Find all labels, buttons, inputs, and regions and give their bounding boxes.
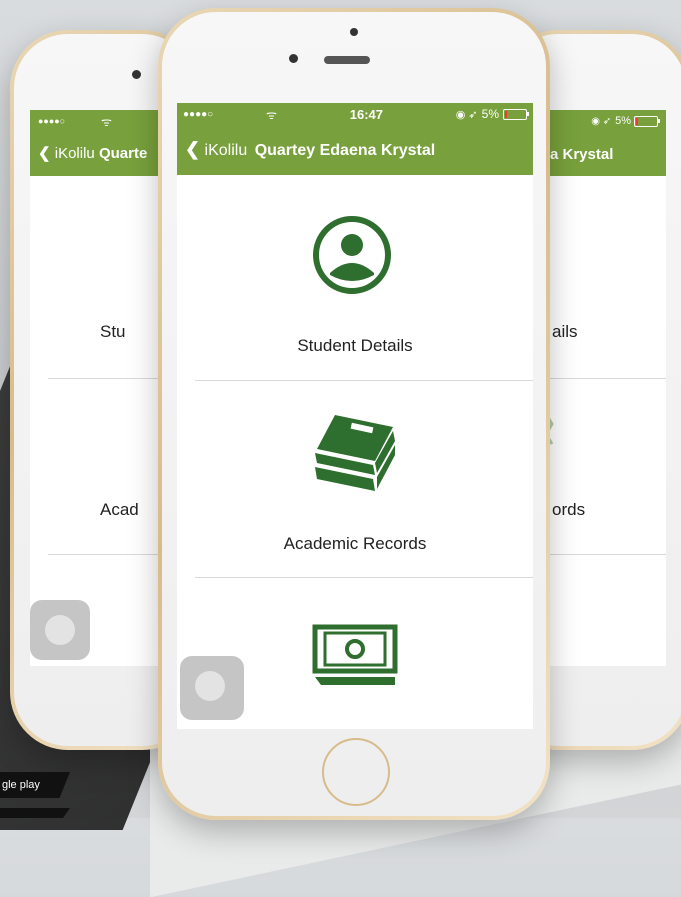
front-phone-body: ●●●●○ ᯤ 16:47 ◉ ➶ 5% ❮ iKolilu Quartey E… (162, 12, 546, 816)
store-badge-strip (0, 808, 70, 818)
menu-item-student-details[interactable]: Student Details (177, 336, 533, 356)
menu-item-academic-records[interactable]: ords (552, 500, 666, 520)
wifi-icon: ᯤ (265, 107, 277, 122)
location-icon: ◉ ➶ (591, 115, 612, 127)
back-chevron-icon[interactable]: ❮ (38, 145, 51, 162)
menu-item-student-details[interactable]: ails (552, 322, 666, 342)
front-navbar: ❮ iKolilu Quartey Edaena Krystal (185, 139, 533, 160)
earpiece-speaker (324, 56, 370, 64)
divider (195, 577, 533, 578)
front-screen: ●●●●○ ᯤ 16:47 ◉ ➶ 5% ❮ iKolilu Quartey E… (177, 103, 533, 729)
google-play-badge[interactable]: gle play (0, 772, 70, 798)
menu-label: Stu (100, 322, 126, 341)
right-phone-navbar: a Krystal (550, 146, 666, 163)
menu-label: Acad (100, 500, 139, 519)
assistive-touch-button[interactable] (30, 600, 90, 660)
front-phone: ●●●●○ ᯤ 16:47 ◉ ➶ 5% ❮ iKolilu Quartey E… (158, 8, 550, 820)
nav-title: Quarte (98, 145, 148, 162)
battery-icon (502, 108, 529, 120)
front-sensor (350, 28, 358, 36)
menu-label: ords (552, 500, 586, 519)
clock: 16:47 (349, 106, 383, 122)
front-statusbar: ●●●●○ ᯤ 16:47 ◉ ➶ 5% (177, 103, 533, 125)
status-right: ◉ ➶ 5% (455, 107, 529, 121)
nav-title: a Krystal (550, 146, 614, 163)
menu-label: Student Details (297, 336, 413, 355)
menu-label: Academic Records (283, 534, 427, 553)
back-button-label[interactable]: iKolilu (55, 145, 95, 162)
back-chevron-icon[interactable]: ❮ (185, 139, 200, 159)
assistive-touch-button[interactable] (180, 656, 244, 720)
battery-percent: 5% (481, 107, 499, 121)
books-icon (315, 415, 395, 491)
battery-percent: 5% (615, 115, 631, 127)
signal-indicator: ●●●●○ (38, 116, 66, 126)
home-button[interactable] (322, 738, 390, 806)
location-icon: ◉ ➶ (455, 108, 478, 121)
user-circle-icon (313, 216, 391, 294)
back-button-label[interactable]: iKolilu (205, 142, 248, 159)
nav-title: Quartey Edaena Krystal (254, 142, 436, 159)
front-camera (289, 54, 298, 63)
wifi-icon: ᯤ (101, 114, 112, 129)
money-icon (312, 624, 398, 685)
badge-label: gle play (2, 779, 40, 791)
menu-item-academic-records[interactable]: Academic Records (177, 534, 533, 554)
left-phone-camera (132, 70, 141, 79)
signal-indicator: ●●●●○ (183, 108, 214, 120)
divider (195, 380, 533, 381)
menu-label: ails (552, 322, 578, 341)
battery-icon (634, 115, 660, 127)
